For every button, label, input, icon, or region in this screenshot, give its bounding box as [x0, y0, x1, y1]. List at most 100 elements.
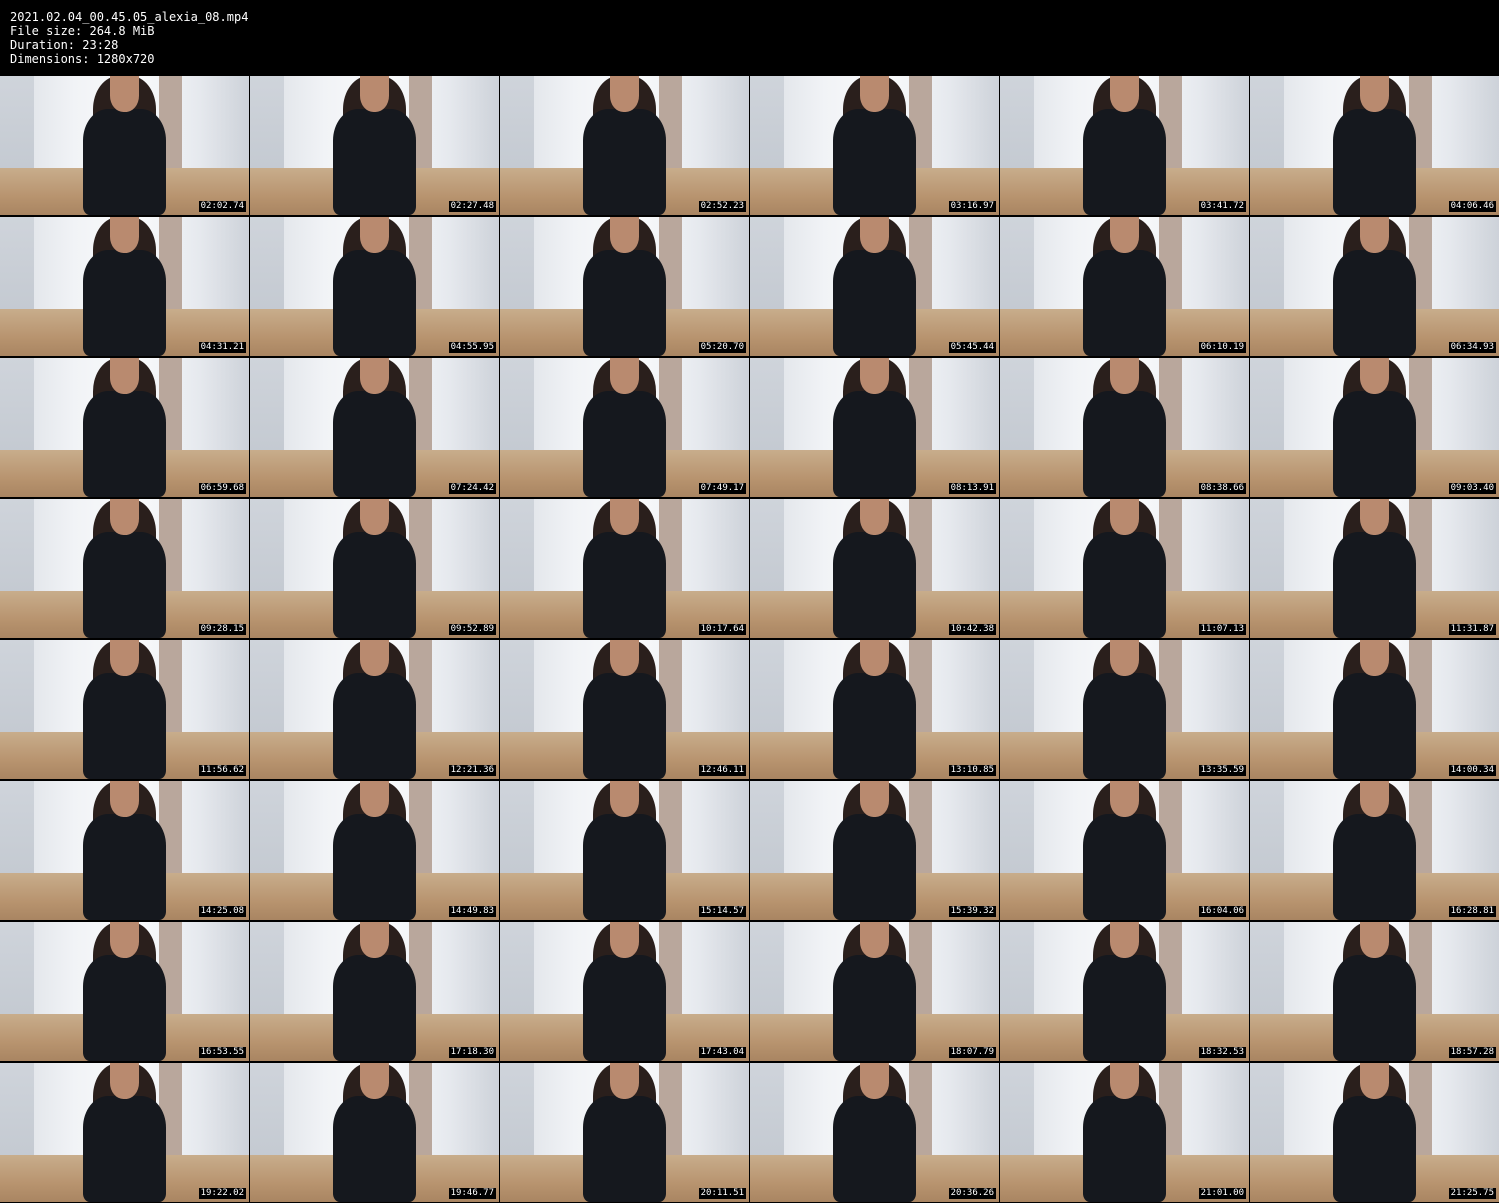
timestamp-label: 21:25.75	[1448, 1188, 1496, 1199]
video-thumbnail[interactable]: 06:59.68	[0, 358, 249, 497]
video-thumbnail[interactable]: 04:55.95	[250, 217, 499, 356]
video-thumbnail[interactable]: 20:11.51	[500, 1063, 749, 1202]
video-thumbnail[interactable]: 19:46.77	[250, 1063, 499, 1202]
video-thumbnail[interactable]: 19:22.02	[0, 1063, 249, 1202]
torso	[82, 391, 167, 497]
video-thumbnail[interactable]: 06:10.19	[1000, 217, 1249, 356]
timestamp-label: 11:56.62	[198, 765, 246, 776]
video-thumbnail[interactable]: 10:42.38	[750, 499, 999, 638]
video-thumbnail[interactable]: 15:39.32	[750, 781, 999, 920]
person-figure	[575, 358, 675, 497]
video-thumbnail[interactable]: 09:52.89	[250, 499, 499, 638]
video-thumbnail[interactable]: 21:25.75	[1250, 1063, 1499, 1202]
video-thumbnail[interactable]: 21:01.00	[1000, 1063, 1249, 1202]
video-thumbnail[interactable]: 07:24.42	[250, 358, 499, 497]
video-thumbnail[interactable]: 09:03.40	[1250, 358, 1499, 497]
face	[1359, 358, 1390, 395]
torso	[832, 955, 917, 1061]
video-thumbnail[interactable]: 18:32.53	[1000, 922, 1249, 1061]
torso	[332, 1096, 417, 1202]
video-thumbnail[interactable]: 08:13.91	[750, 358, 999, 497]
dimensions: Dimensions: 1280x720	[10, 52, 155, 66]
person-figure	[825, 76, 925, 215]
video-thumbnail[interactable]: 14:00.34	[1250, 640, 1499, 779]
video-thumbnail[interactable]: 09:28.15	[0, 499, 249, 638]
torso	[332, 109, 417, 215]
timestamp-label: 15:14.57	[698, 906, 746, 917]
person-figure	[1325, 499, 1425, 638]
timestamp-label: 18:32.53	[1198, 1047, 1246, 1058]
person-figure	[325, 922, 425, 1061]
video-thumbnail[interactable]: 02:02.74	[0, 76, 249, 215]
video-thumbnail[interactable]: 20:36.26	[750, 1063, 999, 1202]
face	[109, 640, 140, 677]
video-thumbnail[interactable]: 14:25.08	[0, 781, 249, 920]
torso	[1332, 532, 1417, 638]
timestamp-label: 18:57.28	[1448, 1047, 1496, 1058]
video-thumbnail[interactable]: 17:18.30	[250, 922, 499, 1061]
face	[359, 781, 390, 818]
face	[1359, 499, 1390, 536]
video-thumbnail[interactable]: 18:57.28	[1250, 922, 1499, 1061]
video-thumbnail[interactable]: 11:07.13	[1000, 499, 1249, 638]
timestamp-label: 09:52.89	[448, 624, 496, 635]
torso	[582, 673, 667, 779]
face	[859, 217, 890, 254]
video-thumbnail[interactable]: 16:28.81	[1250, 781, 1499, 920]
video-thumbnail[interactable]: 03:16.97	[750, 76, 999, 215]
face	[1359, 1063, 1390, 1100]
face	[609, 499, 640, 536]
video-thumbnail[interactable]: 02:27.48	[250, 76, 499, 215]
video-thumbnail[interactable]: 08:38.66	[1000, 358, 1249, 497]
person-figure	[575, 499, 675, 638]
video-thumbnail[interactable]: 10:17.64	[500, 499, 749, 638]
video-thumbnail[interactable]: 04:06.46	[1250, 76, 1499, 215]
video-thumbnail[interactable]: 18:07.79	[750, 922, 999, 1061]
timestamp-label: 07:24.42	[448, 483, 496, 494]
face	[1109, 1063, 1140, 1100]
video-thumbnail[interactable]: 03:41.72	[1000, 76, 1249, 215]
face	[359, 358, 390, 395]
video-thumbnail[interactable]: 11:56.62	[0, 640, 249, 779]
face	[359, 76, 390, 113]
torso	[582, 814, 667, 920]
face	[1359, 640, 1390, 677]
person-figure	[1075, 76, 1175, 215]
video-thumbnail[interactable]: 11:31.87	[1250, 499, 1499, 638]
face	[609, 217, 640, 254]
timestamp-label: 02:02.74	[198, 201, 246, 212]
file-info-header: 2021.02.04_00.45.05_alexia_08.mp4 File s…	[0, 0, 1499, 75]
torso	[332, 814, 417, 920]
video-thumbnail[interactable]: 12:46.11	[500, 640, 749, 779]
timestamp-label: 20:11.51	[698, 1188, 746, 1199]
person-figure	[1075, 1063, 1175, 1202]
timestamp-label: 05:45.44	[948, 342, 996, 353]
video-thumbnail[interactable]: 07:49.17	[500, 358, 749, 497]
video-thumbnail[interactable]: 14:49.83	[250, 781, 499, 920]
video-thumbnail[interactable]: 15:14.57	[500, 781, 749, 920]
torso	[582, 955, 667, 1061]
video-thumbnail[interactable]: 13:35.59	[1000, 640, 1249, 779]
face	[1359, 217, 1390, 254]
timestamp-label: 10:42.38	[948, 624, 996, 635]
video-thumbnail[interactable]: 16:53.55	[0, 922, 249, 1061]
video-thumbnail[interactable]: 13:10.85	[750, 640, 999, 779]
face	[609, 358, 640, 395]
timestamp-label: 02:27.48	[448, 201, 496, 212]
video-thumbnail[interactable]: 06:34.93	[1250, 217, 1499, 356]
video-thumbnail[interactable]: 02:52.23	[500, 76, 749, 215]
face	[1109, 76, 1140, 113]
video-thumbnail[interactable]: 17:43.04	[500, 922, 749, 1061]
face	[859, 1063, 890, 1100]
video-thumbnail[interactable]: 12:21.36	[250, 640, 499, 779]
face	[1109, 922, 1140, 959]
torso	[82, 532, 167, 638]
video-thumbnail[interactable]: 04:31.21	[0, 217, 249, 356]
video-thumbnail[interactable]: 05:45.44	[750, 217, 999, 356]
torso	[582, 1096, 667, 1202]
timestamp-label: 14:49.83	[448, 906, 496, 917]
person-figure	[1325, 76, 1425, 215]
timestamp-label: 18:07.79	[948, 1047, 996, 1058]
video-thumbnail[interactable]: 05:20.70	[500, 217, 749, 356]
video-thumbnail[interactable]: 16:04.06	[1000, 781, 1249, 920]
